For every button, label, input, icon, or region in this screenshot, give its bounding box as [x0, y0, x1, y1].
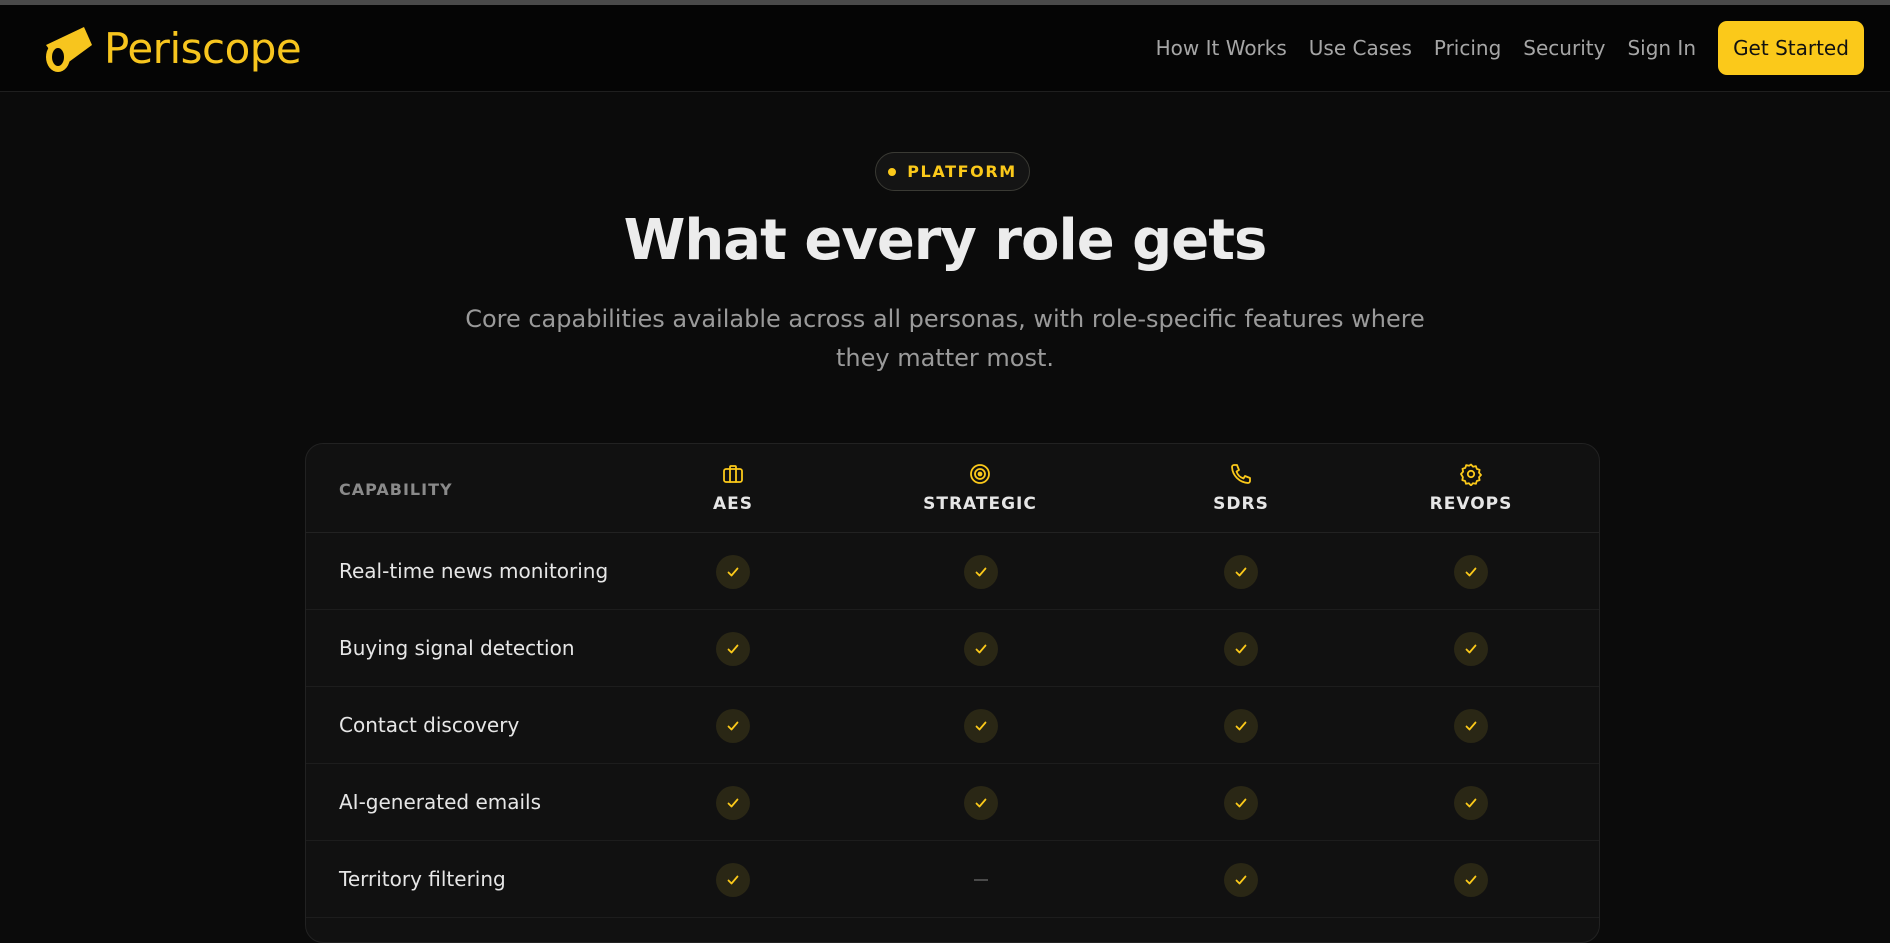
brand-logo[interactable]: Periscope	[40, 19, 302, 77]
column-label-aes: AES	[712, 494, 753, 514]
column-header-strategic: STRATEGIC	[880, 462, 1080, 514]
top-navbar: Periscope How It Works Use Cases Pricing…	[0, 5, 1890, 92]
periscope-logo-icon	[46, 27, 92, 72]
capability-label: Real-time news monitoring	[339, 559, 609, 583]
column-header-aes: AES	[633, 462, 833, 514]
check-icon	[964, 555, 998, 589]
get-started-button[interactable]: Get Started	[1718, 21, 1864, 75]
check-icon	[1224, 632, 1258, 666]
platform-badge: PLATFORM	[875, 152, 1030, 191]
check-icon	[716, 709, 750, 743]
table-header: CAPABILITY AES STRATEGIC SDRS REVOPS	[306, 444, 1599, 533]
check-icon	[1454, 632, 1488, 666]
phone-icon	[1231, 464, 1251, 484]
gear-icon	[1460, 463, 1482, 486]
table-row: Territory filtering	[306, 841, 1599, 918]
check-icon	[716, 786, 750, 820]
table-body: Real-time news monitoring Buying signal d…	[306, 533, 1599, 918]
table-row: AI-generated emails	[306, 764, 1599, 841]
dash-icon	[964, 863, 998, 897]
nav-links: How It Works Use Cases Pricing Security …	[1156, 21, 1864, 75]
capability-column-header: CAPABILITY	[339, 480, 453, 499]
nav-use-cases[interactable]: Use Cases	[1309, 36, 1412, 60]
check-icon	[1454, 863, 1488, 897]
page-title: What every role gets	[623, 208, 1268, 273]
target-icon	[970, 464, 990, 484]
check-icon	[1454, 786, 1488, 820]
check-icon	[1224, 709, 1258, 743]
column-header-revops: REVOPS	[1371, 462, 1571, 514]
capability-label: Contact discovery	[339, 713, 520, 737]
check-icon	[716, 632, 750, 666]
check-icon	[964, 786, 998, 820]
check-icon	[964, 632, 998, 666]
capability-label: AI-generated emails	[339, 790, 542, 814]
column-label-revops: REVOPS	[1429, 494, 1513, 514]
nav-how-it-works[interactable]: How It Works	[1156, 36, 1287, 60]
check-icon	[1454, 709, 1488, 743]
table-row: Real-time news monitoring	[306, 533, 1599, 610]
check-icon	[716, 555, 750, 589]
check-icon	[1454, 555, 1488, 589]
check-icon	[964, 709, 998, 743]
page-subtitle: Core capabilities available across all p…	[465, 305, 1425, 372]
table-row: Buying signal detection	[306, 610, 1599, 687]
column-label-sdrs: SDRS	[1213, 494, 1269, 514]
check-icon	[1224, 555, 1258, 589]
badge-label: PLATFORM	[907, 162, 1017, 181]
check-icon	[1224, 863, 1258, 897]
check-icon	[1224, 786, 1258, 820]
brand-name: Periscope	[104, 23, 302, 73]
capability-table: CAPABILITY AES STRATEGIC SDRS REVOPS Rea…	[305, 443, 1600, 943]
badge-dot-icon	[888, 167, 897, 176]
nav-sign-in[interactable]: Sign In	[1627, 36, 1696, 60]
capability-label: Buying signal detection	[339, 636, 575, 660]
column-label-strategic: STRATEGIC	[923, 494, 1037, 514]
capability-label: Territory filtering	[339, 867, 506, 891]
column-header-sdrs: SDRS	[1141, 462, 1341, 514]
nav-pricing[interactable]: Pricing	[1434, 36, 1501, 60]
nav-security[interactable]: Security	[1523, 36, 1605, 60]
briefcase-icon	[723, 465, 743, 483]
check-icon	[716, 863, 750, 897]
table-row: Contact discovery	[306, 687, 1599, 764]
